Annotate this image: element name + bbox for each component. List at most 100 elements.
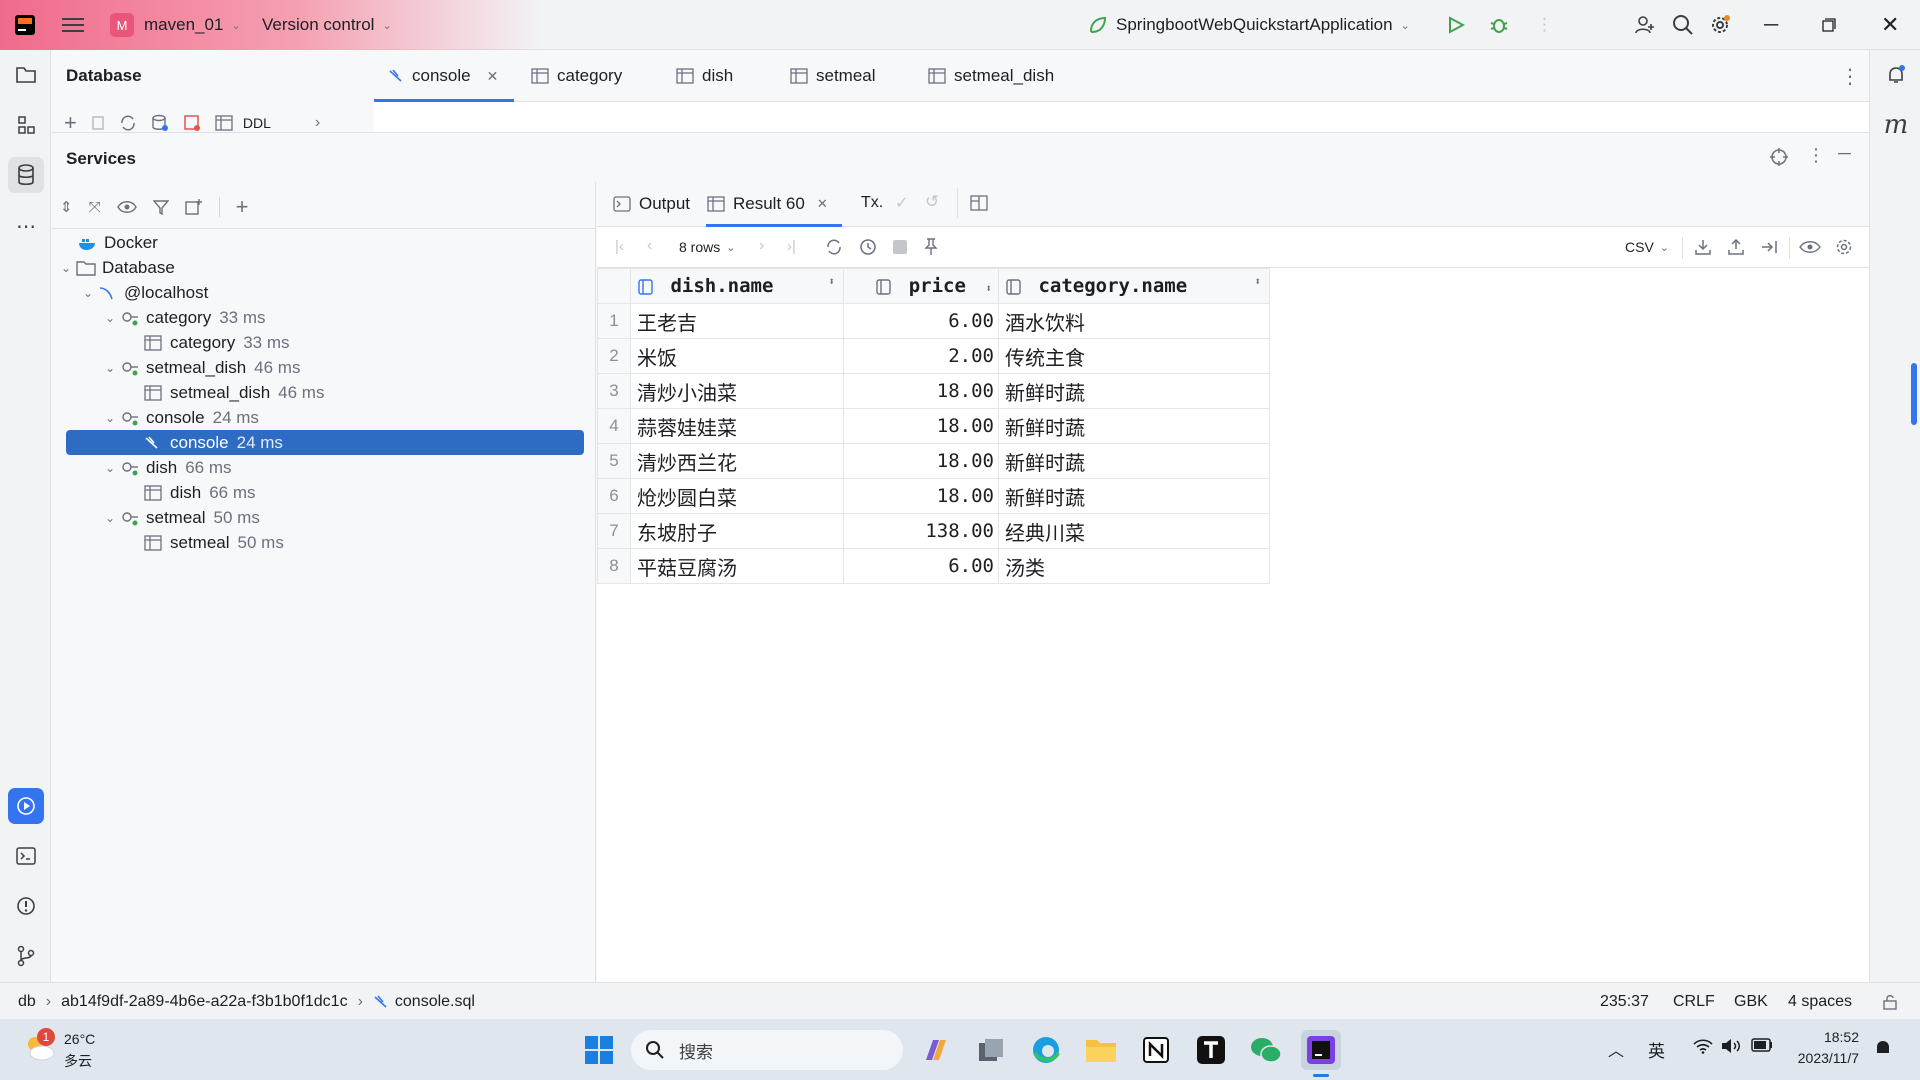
add-user-icon[interactable]	[1634, 0, 1656, 50]
breadcrumb-db[interactable]: db	[18, 993, 36, 1011]
wechat-icon[interactable]	[1246, 1030, 1286, 1070]
tx-mode-button[interactable]: Tx.	[861, 194, 883, 212]
compare-icon[interactable]	[1760, 238, 1780, 256]
volume-icon[interactable]	[1721, 1038, 1741, 1054]
scroll-indicator[interactable]	[1911, 363, 1917, 425]
minimize-button[interactable]: ─	[1764, 0, 1778, 50]
tab-category[interactable]: category	[531, 50, 622, 102]
services-more-icon[interactable]: ⋮	[1807, 145, 1825, 166]
cell-category-name[interactable]: 新鲜时蔬	[998, 478, 1270, 514]
typora-icon[interactable]	[1191, 1030, 1231, 1070]
ddl-button[interactable]: DDL	[243, 115, 271, 131]
chevron-down-icon[interactable]: ⌄	[78, 286, 98, 300]
line-separator[interactable]: CRLF	[1673, 983, 1715, 1020]
tab-setmeal-dish[interactable]: setmeal_dish	[928, 50, 1054, 102]
file-encoding[interactable]: GBK	[1734, 983, 1768, 1020]
expand-all-icon[interactable]: ⇕	[60, 198, 73, 216]
clock-time[interactable]: 18:52	[1787, 1029, 1859, 1045]
cell-category-name[interactable]: 新鲜时蔬	[998, 408, 1270, 444]
cell-price[interactable]: 6.00	[843, 548, 999, 584]
clock-date[interactable]: 2023/11/7	[1787, 1050, 1859, 1066]
services-tool-icon[interactable]	[8, 788, 44, 824]
sort-icon[interactable]: ⬍	[828, 275, 835, 288]
export-format-selector[interactable]: CSV ⌄	[1625, 239, 1669, 255]
table-row[interactable]: 2 米饭 2.00 传统主食	[597, 338, 1270, 374]
tree-item-session-category[interactable]: ⌄ category 33 ms	[100, 305, 266, 330]
tree-item-docker[interactable]: Docker	[78, 230, 158, 255]
git-icon[interactable]	[8, 938, 44, 974]
close-tab-icon[interactable]: ✕	[487, 68, 499, 85]
notification-bell-icon[interactable]	[1874, 1038, 1892, 1058]
cell-dish-name[interactable]: 蒜蓉娃娃菜	[630, 408, 844, 444]
database-tool-icon[interactable]	[8, 157, 44, 193]
chevron-down-icon[interactable]: ⌄	[100, 311, 120, 325]
pin-icon[interactable]	[923, 238, 939, 256]
target-icon[interactable]	[1769, 147, 1789, 167]
table-row[interactable]: 4 蒜蓉娃娃菜 18.00 新鲜时蔬	[597, 408, 1270, 444]
chevron-down-icon[interactable]: ⌄	[100, 361, 120, 375]
indent-setting[interactable]: 4 spaces	[1788, 983, 1852, 1020]
tree-item-dish[interactable]: dish 66 ms	[144, 480, 255, 505]
chevron-down-icon[interactable]: ⌄	[100, 411, 120, 425]
close-tab-icon[interactable]: ✕	[817, 196, 828, 212]
cell-price[interactable]: 6.00	[843, 303, 999, 339]
column-header[interactable]: dish.name ⬍	[630, 268, 844, 304]
wifi-icon[interactable]	[1693, 1038, 1713, 1054]
notifications-icon[interactable]	[1878, 57, 1914, 93]
cell-price[interactable]: 138.00	[843, 513, 999, 549]
chevron-right-icon[interactable]: ›	[315, 114, 320, 132]
restore-button[interactable]	[1822, 0, 1836, 50]
editor-area[interactable]	[374, 102, 1869, 132]
tab-output[interactable]: Output	[613, 194, 690, 214]
main-menu-icon[interactable]	[62, 0, 84, 50]
last-page-icon[interactable]: ›|	[787, 238, 796, 255]
cell-price[interactable]: 2.00	[843, 338, 999, 374]
terminal-icon[interactable]	[8, 838, 44, 874]
table-editor-icon[interactable]	[215, 115, 233, 131]
search-icon[interactable]	[1672, 0, 1694, 50]
prev-page-icon[interactable]: ‹	[647, 237, 652, 255]
more-tools-icon[interactable]: ⋯	[8, 208, 44, 244]
disconnect-icon[interactable]	[183, 114, 201, 132]
more-icon[interactable]: ⋮	[1536, 0, 1553, 50]
vcs-menu[interactable]: Version control ⌄	[262, 0, 392, 50]
first-page-icon[interactable]: |‹	[615, 238, 624, 255]
breadcrumb-file[interactable]: console.sql	[395, 993, 475, 1011]
tab-setmeal[interactable]: setmeal	[790, 50, 876, 102]
file-explorer-icon[interactable]	[1081, 1030, 1121, 1070]
column-header[interactable]: category.name ⬍	[998, 268, 1270, 304]
sort-icon[interactable]: ⬍	[985, 282, 992, 295]
tab-dish[interactable]: dish	[676, 50, 733, 102]
cell-price[interactable]: 18.00	[843, 373, 999, 409]
app-logo-icon[interactable]	[14, 0, 36, 50]
ime-indicator[interactable]: 英	[1648, 1037, 1665, 1062]
cell-dish-name[interactable]: 王老吉	[630, 303, 844, 339]
result-grid[interactable]: dish.name ⬍ price ⬍ category.name ⬍ 1 王老…	[597, 268, 1270, 584]
start-button[interactable]	[579, 1030, 619, 1070]
add-service-icon[interactable]: +	[236, 194, 249, 220]
show-icon[interactable]	[116, 200, 137, 214]
breadcrumb-datasource[interactable]: ab14f9df-2a89-4b6e-a22a-f3b1b0f1dc1c	[61, 993, 347, 1011]
cell-category-name[interactable]: 酒水饮料	[998, 303, 1270, 339]
table-row[interactable]: 7 东坡肘子 138.00 经典川菜	[597, 513, 1270, 549]
tree-item-setmeal-dish[interactable]: setmeal_dish 46 ms	[144, 380, 324, 405]
cell-category-name[interactable]: 汤类	[998, 548, 1270, 584]
cell-price[interactable]: 18.00	[843, 478, 999, 514]
copy-icon[interactable]	[91, 115, 105, 131]
run-config-selector[interactable]: SpringbootWebQuickstartApplication ⌄	[1088, 0, 1410, 50]
chevron-down-icon[interactable]: ⌄	[100, 511, 120, 525]
problems-icon[interactable]	[8, 888, 44, 924]
column-header[interactable]: price ⬍	[843, 268, 999, 304]
view-icon[interactable]	[1799, 240, 1821, 254]
table-row[interactable]: 5 清炒西兰花 18.00 新鲜时蔬	[597, 443, 1270, 479]
chevron-down-icon[interactable]: ⌄	[100, 461, 120, 475]
task-view-icon[interactable]	[971, 1030, 1011, 1070]
cell-dish-name[interactable]: 炝炒圆白菜	[630, 478, 844, 514]
tab-result[interactable]: Result 60 ✕	[707, 194, 828, 214]
maven-icon[interactable]: m	[1878, 107, 1914, 143]
project-folder-icon[interactable]	[8, 57, 44, 93]
table-row[interactable]: 1 王老吉 6.00 酒水饮料	[597, 303, 1270, 339]
reload-icon[interactable]	[825, 238, 843, 256]
battery-icon[interactable]	[1751, 1038, 1773, 1052]
copilot-icon[interactable]	[916, 1030, 956, 1070]
